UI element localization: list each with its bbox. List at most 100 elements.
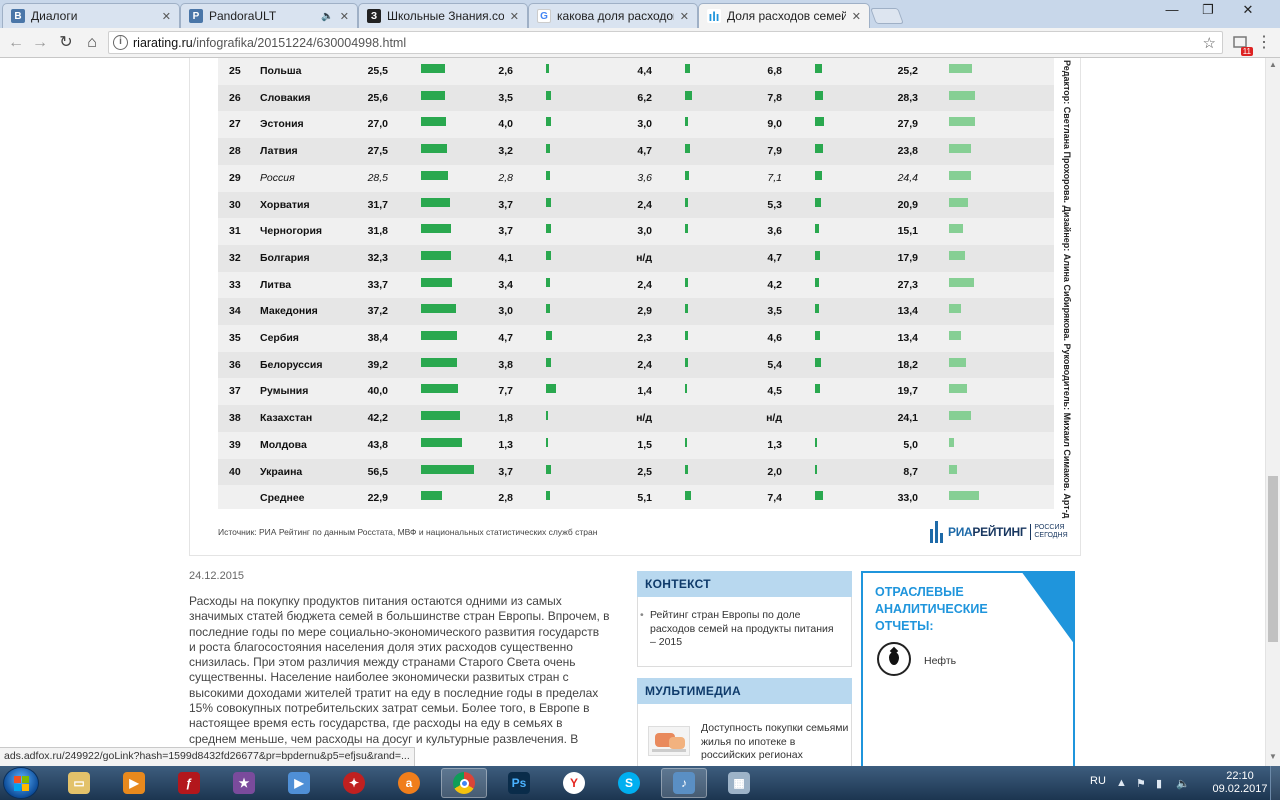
close-window-icon[interactable]: ✕	[1233, 2, 1263, 18]
vertical-scrollbar[interactable]: ▲ ▼	[1265, 58, 1280, 766]
value-bar	[685, 357, 688, 367]
value-cell: 8,7	[903, 465, 918, 478]
network-icon[interactable]: ▮	[1156, 777, 1162, 790]
tab-riarating[interactable]: ılı Доля расходов семей на ✕	[698, 3, 870, 28]
value-cell: 3,5	[767, 305, 782, 318]
new-tab-button[interactable]	[870, 8, 904, 24]
taskbar-media[interactable]: ▶	[111, 768, 157, 798]
value-cell: 13,4	[897, 332, 918, 344]
close-icon[interactable]: ✕	[340, 10, 349, 23]
value-bar	[546, 357, 551, 367]
expense-table: 25 Польша 25,5 2,6 4,4 6,8 25,2 26 Словакия 25,6 3…	[218, 58, 1054, 509]
table-row: 30 Хорватия 31,7 3,7 2,4 5,3 20,9	[218, 191, 1054, 219]
rank-cell: 39	[229, 438, 241, 451]
taskbar-explorer[interactable]: ▭	[56, 768, 102, 798]
oil-drop-icon[interactable]	[877, 642, 911, 676]
value-bar	[949, 464, 957, 474]
value-bar	[685, 277, 688, 287]
value-cell: 27,9	[897, 118, 918, 131]
reload-icon[interactable]: ↻	[56, 33, 76, 53]
country-cell: Румыния	[260, 385, 309, 398]
page-viewport: 25 Польша 25,5 2,6 4,4 6,8 25,2 26 Словакия 25,6 3…	[0, 58, 1265, 766]
value-bar	[949, 64, 973, 73]
scrollbar-thumb[interactable]	[1268, 476, 1278, 642]
flag-icon[interactable]: ⚑	[1136, 777, 1146, 790]
value-cell: 2,8	[498, 171, 513, 184]
taskbar-app-4[interactable]: ★	[221, 768, 267, 798]
rank-cell: 34	[229, 305, 241, 318]
taskbar-calculator[interactable]: ▦	[716, 768, 762, 798]
industry-reports-box: ОТРАСЛЕВЫЕ АНАЛИТИЧЕСКИЕ ОТЧЕТЫ: Нефть	[861, 571, 1075, 766]
taskbar-skype[interactable]: S	[606, 768, 652, 798]
scroll-up-icon[interactable]: ▲	[1269, 60, 1277, 69]
bookmark-star-icon[interactable]: ☆	[1203, 34, 1216, 52]
taskbar-player[interactable]: ▶	[276, 768, 322, 798]
taskbar-music[interactable]: ♪	[661, 768, 707, 798]
multimedia-thumbnail[interactable]	[648, 726, 690, 756]
home-icon[interactable]: ⌂	[82, 33, 102, 53]
table-row: 28 Латвия 27,5 3,2 4,7 7,9 23,8	[218, 138, 1054, 165]
table-row: 31 Черногория 31,8 3,7 3,0 3,6 15,1	[218, 218, 1054, 245]
avast-icon: a	[398, 772, 420, 794]
value-bar	[421, 117, 447, 127]
value-cell: 2,4	[637, 278, 652, 291]
country-cell: Словакия	[260, 91, 311, 104]
info-icon[interactable]: i	[113, 35, 128, 50]
language-indicator[interactable]: RU	[1090, 775, 1106, 787]
country-cell: Черногория	[260, 225, 323, 238]
value-cell: 5,0	[903, 438, 918, 451]
taskbar-flash[interactable]: ƒ	[166, 768, 212, 798]
close-icon[interactable]: ✕	[162, 10, 171, 23]
tab-dialogs[interactable]: В Диалоги ✕	[2, 3, 180, 28]
close-icon[interactable]: ✕	[852, 10, 861, 23]
show-desktop-button[interactable]	[1270, 766, 1280, 800]
maximize-icon[interactable]: ❐	[1193, 2, 1223, 18]
taskbar-chrome[interactable]	[441, 768, 487, 798]
tab-google-search[interactable]: G какова доля расходов на ✕	[528, 3, 698, 28]
context-heading: КОНТЕКСТ	[637, 571, 852, 597]
close-icon[interactable]: ✕	[680, 10, 689, 23]
tab-znania[interactable]: З Школьные Знания.com ✕	[358, 3, 528, 28]
article-line: последние годы по мере социально-экономи…	[189, 624, 600, 639]
menu-icon[interactable]: ⋮	[1254, 33, 1274, 53]
credits-vertical: Редактор: Светлана Прохорова. Дизайнер: …	[1056, 60, 1074, 518]
infographic: 25 Польша 25,5 2,6 4,4 6,8 25,2 26 Словакия 25,6 3…	[189, 58, 1081, 556]
value-bar	[685, 384, 687, 394]
table-row: 40 Украина 56,5 3,7 2,5 2,0 8,7	[218, 458, 1054, 486]
back-icon[interactable]: ←	[6, 33, 26, 53]
taskbar-photoshop[interactable]: Ps	[496, 768, 542, 798]
close-icon[interactable]: ✕	[510, 10, 519, 23]
value-cell: 19,7	[897, 385, 918, 398]
value-bar	[546, 437, 548, 447]
logo-sub: РОССИЯ СЕГОДНЯ	[1030, 524, 1070, 540]
tab-pandora[interactable]: P PandoraULT 🔈 ✕	[180, 3, 358, 28]
taskbar-app-6[interactable]: ✦	[331, 768, 377, 798]
extension-icon[interactable]: 11	[1231, 33, 1253, 56]
taskbar-yandex[interactable]: Y	[551, 768, 597, 798]
forward-icon[interactable]: →	[30, 33, 50, 53]
volume-icon[interactable]: 🔈	[1176, 777, 1190, 790]
report-item-oil[interactable]: Нефть	[924, 655, 956, 667]
tab-title: какова доля расходов на	[557, 9, 674, 23]
address-bar[interactable]: i riarating.ru/infografika/20151224/6300…	[108, 31, 1223, 54]
value-bar	[421, 357, 458, 367]
multimedia-link[interactable]: Доступность покупки семьями жилья по ипо…	[701, 722, 851, 763]
ria-rating-logo[interactable]: РИАРЕЙТИНГ РОССИЯ СЕГОДНЯ	[930, 520, 1070, 544]
value-cell: 4,7	[767, 251, 782, 264]
tray-arrow-icon[interactable]: ▲	[1116, 777, 1127, 789]
value-bar	[815, 304, 819, 314]
value-bar	[546, 411, 549, 421]
taskbar-avast[interactable]: a	[386, 768, 432, 798]
context-link[interactable]: Рейтинг стран Европы по доле расходов се…	[640, 609, 840, 650]
clock[interactable]: 22:10 09.02.2017	[1210, 770, 1270, 796]
start-button[interactable]	[3, 767, 39, 799]
minimize-icon[interactable]: —	[1157, 2, 1187, 17]
speaker-icon[interactable]: 🔈	[321, 11, 333, 22]
value-cell: 31,8	[367, 225, 388, 238]
value-cell: 2,4	[637, 198, 652, 211]
value-bar	[815, 197, 821, 207]
scroll-down-icon[interactable]: ▼	[1269, 752, 1277, 761]
value-bar	[815, 250, 820, 260]
value-bar	[546, 384, 556, 394]
value-bar	[949, 491, 980, 501]
